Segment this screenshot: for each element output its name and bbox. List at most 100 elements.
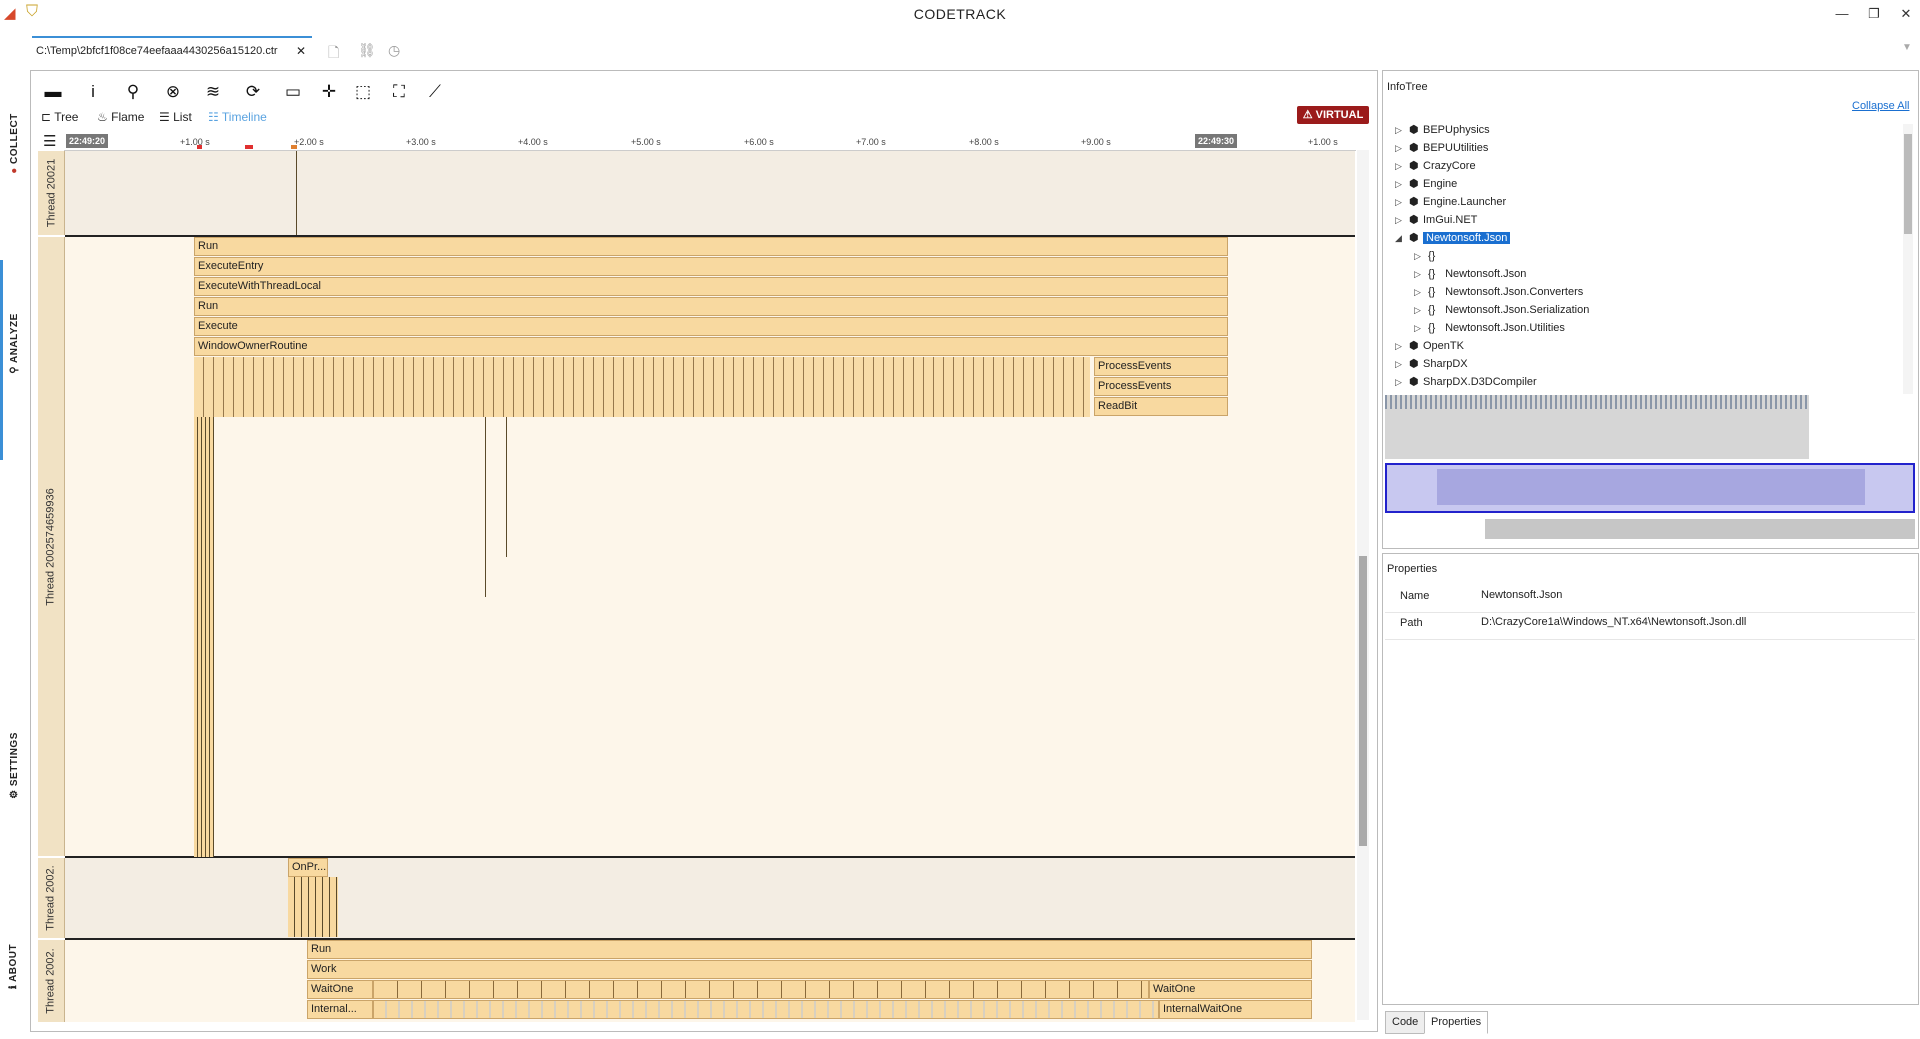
timeline-scrollbar-thumb[interactable] <box>1359 556 1367 846</box>
link-icon[interactable]: ⛓ <box>358 42 376 59</box>
thread-lane[interactable]: Run ExecuteEntry ExecuteWithThreadLocal … <box>65 237 1355 858</box>
tree-item-selected[interactable]: ◢ ⬢ Newtonsoft.Json <box>1395 229 1511 247</box>
view-flame-button[interactable]: ♨ Flame <box>97 110 144 124</box>
tree-item[interactable]: ▷ ⬢ BEPUUtilities <box>1395 139 1488 157</box>
overflow-chevron-icon[interactable]: ▼ <box>1902 42 1912 53</box>
tree-item[interactable]: ▷{} Newtonsoft.Json.Converters <box>1414 283 1583 301</box>
select-region-icon[interactable]: ⬚ <box>351 82 375 102</box>
open-snapshot-icon[interactable]: ▬ <box>41 82 65 102</box>
rail-about[interactable]: ℹ ABOUT <box>0 916 28 1016</box>
expand-arrow-icon[interactable]: ▷ <box>1395 121 1409 139</box>
infotree-scrollbar[interactable] <box>1903 124 1913 394</box>
call-frame[interactable]: Work <box>307 960 1312 979</box>
tree-item[interactable]: ▷ ⬢ Engine <box>1395 175 1457 193</box>
rail-settings[interactable]: ⚙ SETTINGS <box>0 710 28 820</box>
thread-label[interactable]: Thread 2002. <box>38 858 65 938</box>
expand-arrow-icon[interactable]: ▷ <box>1395 175 1409 193</box>
list-icon: ☰ <box>159 110 170 124</box>
expand-arrow-icon[interactable]: ▷ <box>1395 373 1409 391</box>
minimap-track <box>1485 519 1915 539</box>
call-frame[interactable]: WaitOne <box>307 980 373 999</box>
call-frame[interactable]: ProcessEvents <box>1094 377 1228 396</box>
rail-collect[interactable]: ● COLLECT <box>0 88 28 198</box>
tree-item[interactable]: ▷ ⬢ Engine.Launcher <box>1395 193 1506 211</box>
tab-code[interactable]: Code <box>1385 1011 1426 1034</box>
call-frame[interactable]: WaitOne <box>1149 980 1312 999</box>
tree-item[interactable]: ▷ ⬢ SharpDX <box>1395 355 1468 373</box>
expand-arrow-icon[interactable]: ▷ <box>1395 157 1409 175</box>
call-frame[interactable]: Run <box>194 237 1228 256</box>
infotree-scrollbar-thumb[interactable] <box>1904 134 1912 234</box>
tree-item[interactable]: ▷{} Newtonsoft.Json <box>1414 265 1526 283</box>
thread-lane[interactable]: Run Work WaitOne WaitOne Internal... Int… <box>65 940 1355 1022</box>
package-icon: ⬢ <box>1409 196 1419 208</box>
layout-icon[interactable]: ▭ <box>281 82 305 102</box>
view-timeline-label: Timeline <box>221 110 267 124</box>
view-timeline-button[interactable]: ☷ Timeline <box>208 110 267 124</box>
call-frame[interactable]: ReadBit <box>1094 397 1228 416</box>
expand-arrow-icon[interactable]: ▷ <box>1414 247 1428 265</box>
call-frame[interactable]: Run <box>194 297 1228 316</box>
close-tab-icon[interactable]: ✕ <box>296 38 306 64</box>
package-icon: ⬢ <box>1409 214 1419 226</box>
tree-item[interactable]: ▷ ⬢ BEPUphysics <box>1395 121 1490 139</box>
expand-arrow-icon[interactable]: ▷ <box>1395 337 1409 355</box>
thread-lane[interactable]: OnPr... <box>65 858 1355 940</box>
expand-arrow-icon[interactable]: ▷ <box>1395 355 1409 373</box>
refresh-icon[interactable]: ⟳ <box>241 82 265 102</box>
expand-arrow-icon[interactable]: ▷ <box>1395 211 1409 229</box>
call-frame[interactable]: WindowOwnerRoutine <box>194 337 1228 356</box>
thread-label[interactable]: Thread 2002. <box>38 940 65 1022</box>
history-icon[interactable]: ◷ <box>388 42 400 59</box>
expand-arrow-icon[interactable]: ▷ <box>1414 283 1428 301</box>
tree-item[interactable]: ▷ ⬢ ImGui.NET <box>1395 211 1477 229</box>
tree-item-label: CrazyCore <box>1423 160 1476 172</box>
call-frame[interactable]: Execute <box>194 317 1228 336</box>
call-frame[interactable]: OnPr... <box>288 858 328 877</box>
call-frame[interactable]: Run <box>307 940 1312 959</box>
view-list-label: List <box>173 110 192 124</box>
find-icon[interactable]: ⚲ <box>121 82 145 102</box>
call-frames-dense <box>373 1000 1159 1019</box>
info-icon: ℹ <box>8 984 20 989</box>
chart-icon[interactable]: ⟋ <box>423 82 447 102</box>
restore-button[interactable]: ❐ <box>1862 4 1886 24</box>
tree-item[interactable]: ▷{} <box>1414 247 1442 265</box>
tree-item[interactable]: ▷{} Newtonsoft.Json.Serialization <box>1414 301 1589 319</box>
tab-properties[interactable]: Properties <box>1424 1011 1489 1034</box>
call-frame[interactable]: ProcessEvents <box>1094 357 1228 376</box>
menu-icon[interactable]: ☰ <box>43 132 56 150</box>
tree-item[interactable]: ▷ ⬢ SharpDX.D3DCompiler <box>1395 373 1537 391</box>
document-tab[interactable]: C:\Temp\2bfcf1f08ce74eefaaa4430256a15120… <box>32 36 312 64</box>
move-icon[interactable]: ✛ <box>317 82 341 102</box>
view-tree-button[interactable]: ⊏ Tree <box>41 110 78 124</box>
view-list-button[interactable]: ☰ List <box>159 110 192 124</box>
close-window-button[interactable]: ✕ <box>1894 4 1918 24</box>
call-frame[interactable]: InternalWaitOne <box>1159 1000 1312 1019</box>
thread-label[interactable]: Thread 2002574659936 <box>38 237 65 856</box>
fit-icon[interactable]: ⛶ <box>387 82 411 102</box>
filter-icon[interactable]: ≋ <box>201 82 225 102</box>
tree-item[interactable]: ▷{} Newtonsoft.Json.Utilities <box>1414 319 1565 337</box>
cancel-icon[interactable]: ⊗ <box>161 82 185 102</box>
thread-lane[interactable] <box>65 151 1355 237</box>
overview-minimap[interactable] <box>1385 395 1915 545</box>
tree-item[interactable]: ▷ ⬢ OpenTK <box>1395 337 1464 355</box>
call-frame[interactable]: ExecuteEntry <box>194 257 1228 276</box>
info-button-icon[interactable]: i <box>81 82 105 102</box>
thread-label[interactable]: Thread 20021 <box>38 151 65 235</box>
collapse-all-link[interactable]: Collapse All <box>1852 100 1909 112</box>
expand-arrow-icon[interactable]: ▷ <box>1414 265 1428 283</box>
tree-item[interactable]: ▷ ⬢ CrazyCore <box>1395 157 1476 175</box>
time-ruler[interactable] <box>64 132 1356 151</box>
call-frame[interactable]: Internal... <box>307 1000 373 1019</box>
minimize-button[interactable]: — <box>1830 4 1854 24</box>
expand-arrow-icon[interactable]: ▷ <box>1414 301 1428 319</box>
call-frame[interactable]: ExecuteWithThreadLocal <box>194 277 1228 296</box>
expand-arrow-icon[interactable]: ▷ <box>1395 193 1409 211</box>
expand-arrow-icon[interactable]: ▷ <box>1395 139 1409 157</box>
file-icon[interactable]: 🗋 <box>328 42 339 66</box>
collapse-arrow-icon[interactable]: ◢ <box>1395 229 1409 247</box>
rail-analyze[interactable]: ⚲ ANALYZE <box>0 288 28 398</box>
expand-arrow-icon[interactable]: ▷ <box>1414 319 1428 337</box>
